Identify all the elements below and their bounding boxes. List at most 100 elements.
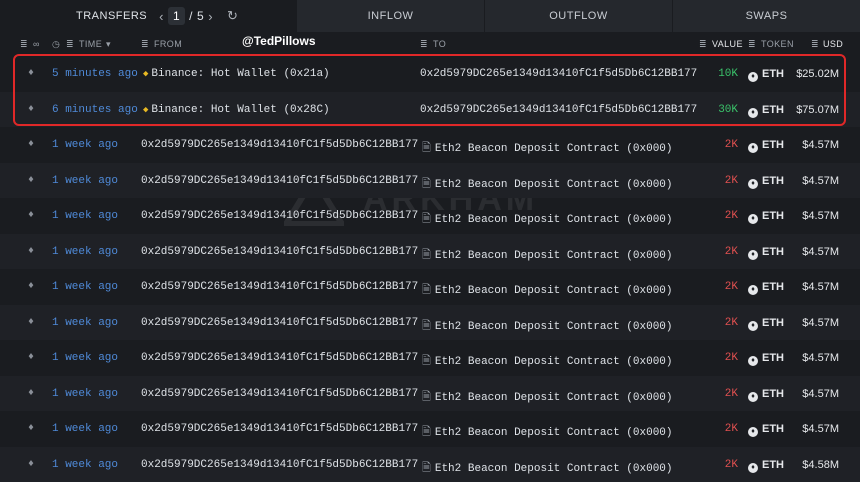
ethereum-chain-icon: ♦ [28,387,35,399]
tab-inflow[interactable]: INFLOW [296,0,484,32]
filter-icon[interactable]: ≣ [20,39,28,50]
header-token[interactable]: TOKEN [761,39,794,49]
token-cell[interactable]: ♦ ETH [748,281,784,295]
token-cell[interactable]: ♦ ETH [748,68,784,82]
token-label: ETH [762,458,784,471]
to-address[interactable]: 🗎 Eth2 Beacon Deposit Contract (0x000) [422,210,673,229]
clock-icon[interactable]: ◷ [52,39,60,50]
value-amount: 30K [718,103,738,116]
refresh-icon[interactable]: ↻ [227,8,238,24]
page-total: 5 [197,9,205,23]
value-amount: 10K [718,68,738,80]
token-cell[interactable]: ♦ ETH [748,139,784,153]
to-filter-icon[interactable]: ≣ [420,39,428,50]
tab-transfers-label: TRANSFERS [76,10,148,22]
to-address[interactable]: 🗎 Eth2 Beacon Deposit Contract (0x000) [422,281,673,300]
to-address[interactable]: 🗎 Eth2 Beacon Deposit Contract (0x000) [422,139,673,158]
token-cell[interactable]: ♦ ETH [748,246,784,260]
header-to[interactable]: TO [433,39,446,49]
time-link[interactable]: 5 minutes ago [52,68,138,80]
from-address[interactable]: 0x2d5979DC265e1349d13410fC1f5d5Db6C12BB1… [141,459,418,471]
value-amount: 2K [724,316,738,329]
header-from[interactable]: FROM [154,39,182,49]
from-filter-icon[interactable]: ≣ [141,39,149,50]
time-link[interactable]: 1 week ago [52,281,118,293]
header-time[interactable]: TIME [79,39,102,49]
ethereum-chain-icon: ♦ [28,103,35,115]
to-address[interactable]: 🗎 Eth2 Beacon Deposit Contract (0x000) [422,459,673,478]
token-cell[interactable]: ♦ ETH [748,175,784,189]
token-cell[interactable]: ♦ ETH [748,210,784,224]
time-link[interactable]: 1 week ago [52,423,118,435]
from-address[interactable]: ◆ Binance: Hot Wallet (0x28C) [143,104,330,116]
time-link[interactable]: 6 minutes ago [52,104,138,116]
to-label: 0x2d5979DC265e1349d13410fC1f5d5Db6C12BB1… [420,68,698,80]
page-current[interactable]: 1 [167,7,186,25]
table-row[interactable]: ♦ 1 week ago 0x2d5979DC265e1349d13410fC1f5… [0,340,860,375]
from-address[interactable]: 0x2d5979DC265e1349d13410fC1f5d5Db6C12BB1… [141,139,418,151]
from-address[interactable]: 0x2d5979DC265e1349d13410fC1f5d5Db6C12BB1… [141,281,418,293]
time-link[interactable]: 1 week ago [52,388,118,400]
tab-swaps[interactable]: SWAPS [672,0,860,32]
time-link[interactable]: 1 week ago [52,246,118,258]
token-cell[interactable]: ♦ ETH [748,104,784,118]
time-link[interactable]: 1 week ago [52,459,118,471]
header-value[interactable]: VALUE [712,39,743,49]
tab-transfers[interactable]: TRANSFERS ‹ 1 / 5 › ↻ [0,0,296,32]
chevron-left-icon[interactable]: ‹ [159,9,164,24]
time-link[interactable]: 1 week ago [52,175,118,187]
ethereum-chain-icon: ♦ [28,423,35,434]
table-row[interactable]: ♦ 1 week ago 0x2d5979DC265e1349d13410fC1f5… [0,269,860,304]
token-cell[interactable]: ♦ ETH [748,459,784,473]
token-cell[interactable]: ♦ ETH [748,388,784,402]
time-link[interactable]: 1 week ago [52,210,118,222]
table-row[interactable]: ♦ 6 minutes ago ◆ Binance: Hot Wallet (0x28… [0,91,860,127]
from-address[interactable]: ◆ Binance: Hot Wallet (0x21a) [143,68,330,80]
tab-outflow[interactable]: OUTFLOW [484,0,672,32]
table-row[interactable]: ♦ 1 week ago 0x2d5979DC265e1349d13410fC1f5… [0,162,860,198]
to-address[interactable]: 🗎 Eth2 Beacon Deposit Contract (0x000) [422,388,673,407]
table-row[interactable]: ♦ 1 week ago 0x2d5979DC265e1349d13410fC1f5… [0,411,860,446]
token-cell[interactable]: ♦ ETH [748,352,784,366]
table-row[interactable]: ♦ 1 week ago 0x2d5979DC265e1349d13410fC1f5… [0,375,860,411]
link-icon[interactable]: ∞ [33,39,40,49]
token-label: ETH [762,103,784,116]
to-address[interactable]: 🗎 Eth2 Beacon Deposit Contract (0x000) [422,423,673,442]
time-link[interactable]: 1 week ago [52,317,118,329]
from-address[interactable]: 0x2d5979DC265e1349d13410fC1f5d5Db6C12BB1… [141,352,418,364]
to-address[interactable]: 🗎 Eth2 Beacon Deposit Contract (0x000) [422,317,673,336]
table-row[interactable]: ♦ 1 week ago 0x2d5979DC265e1349d13410fC1f5… [0,446,860,482]
to-address[interactable]: 🗎 Eth2 Beacon Deposit Contract (0x000) [422,352,673,371]
table-row[interactable]: ♦ 5 minutes ago ◆ Binance: Hot Wallet (0x21… [0,56,860,91]
time-filter-icon[interactable]: ≣ [66,39,74,50]
to-address[interactable]: 🗎 Eth2 Beacon Deposit Contract (0x000) [422,175,673,194]
token-cell[interactable]: ♦ ETH [748,423,784,437]
token-filter-icon[interactable]: ≣ [748,39,756,50]
binance-icon: ◆ [143,69,149,79]
table-row[interactable]: ♦ 1 week ago 0x2d5979DC265e1349d13410fC1f5… [0,198,860,233]
sort-down-icon[interactable]: ▾ [106,39,111,50]
table-row[interactable]: ♦ 1 week ago 0x2d5979DC265e1349d13410fC1f5… [0,127,860,162]
from-address[interactable]: 0x2d5979DC265e1349d13410fC1f5d5Db6C12BB1… [141,317,418,329]
from-address[interactable]: 0x2d5979DC265e1349d13410fC1f5d5Db6C12BB1… [141,210,418,222]
token-label: ETH [762,281,784,293]
token-cell[interactable]: ♦ ETH [748,317,784,331]
from-address[interactable]: 0x2d5979DC265e1349d13410fC1f5d5Db6C12BB1… [141,423,418,435]
usd-filter-icon[interactable]: ≣ [811,39,819,50]
to-address[interactable]: 0x2d5979DC265e1349d13410fC1f5d5Db6C12BB1… [420,104,697,116]
ethereum-chain-icon: ♦ [28,281,35,292]
header-usd[interactable]: USD [823,39,843,49]
time-link[interactable]: 1 week ago [52,139,118,151]
value-filter-icon[interactable]: ≣ [699,39,707,50]
to-label: Eth2 Beacon Deposit Contract (0x000) [434,249,673,262]
time-link[interactable]: 1 week ago [52,352,118,364]
table-row[interactable]: ♦ 1 week ago 0x2d5979DC265e1349d13410fC1f5… [0,233,860,269]
to-address[interactable]: 0x2d5979DC265e1349d13410fC1f5d5Db6C12BB1… [420,68,697,80]
chevron-right-icon[interactable]: › [208,9,213,24]
to-address[interactable]: 🗎 Eth2 Beacon Deposit Contract (0x000) [422,246,673,265]
ethereum-chain-icon: ♦ [28,316,35,328]
from-address[interactable]: 0x2d5979DC265e1349d13410fC1f5d5Db6C12BB1… [141,388,418,400]
from-address[interactable]: 0x2d5979DC265e1349d13410fC1f5d5Db6C12BB1… [141,175,418,187]
table-row[interactable]: ♦ 1 week ago 0x2d5979DC265e1349d13410fC1f5… [0,304,860,340]
from-address[interactable]: 0x2d5979DC265e1349d13410fC1f5d5Db6C12BB1… [141,246,418,258]
